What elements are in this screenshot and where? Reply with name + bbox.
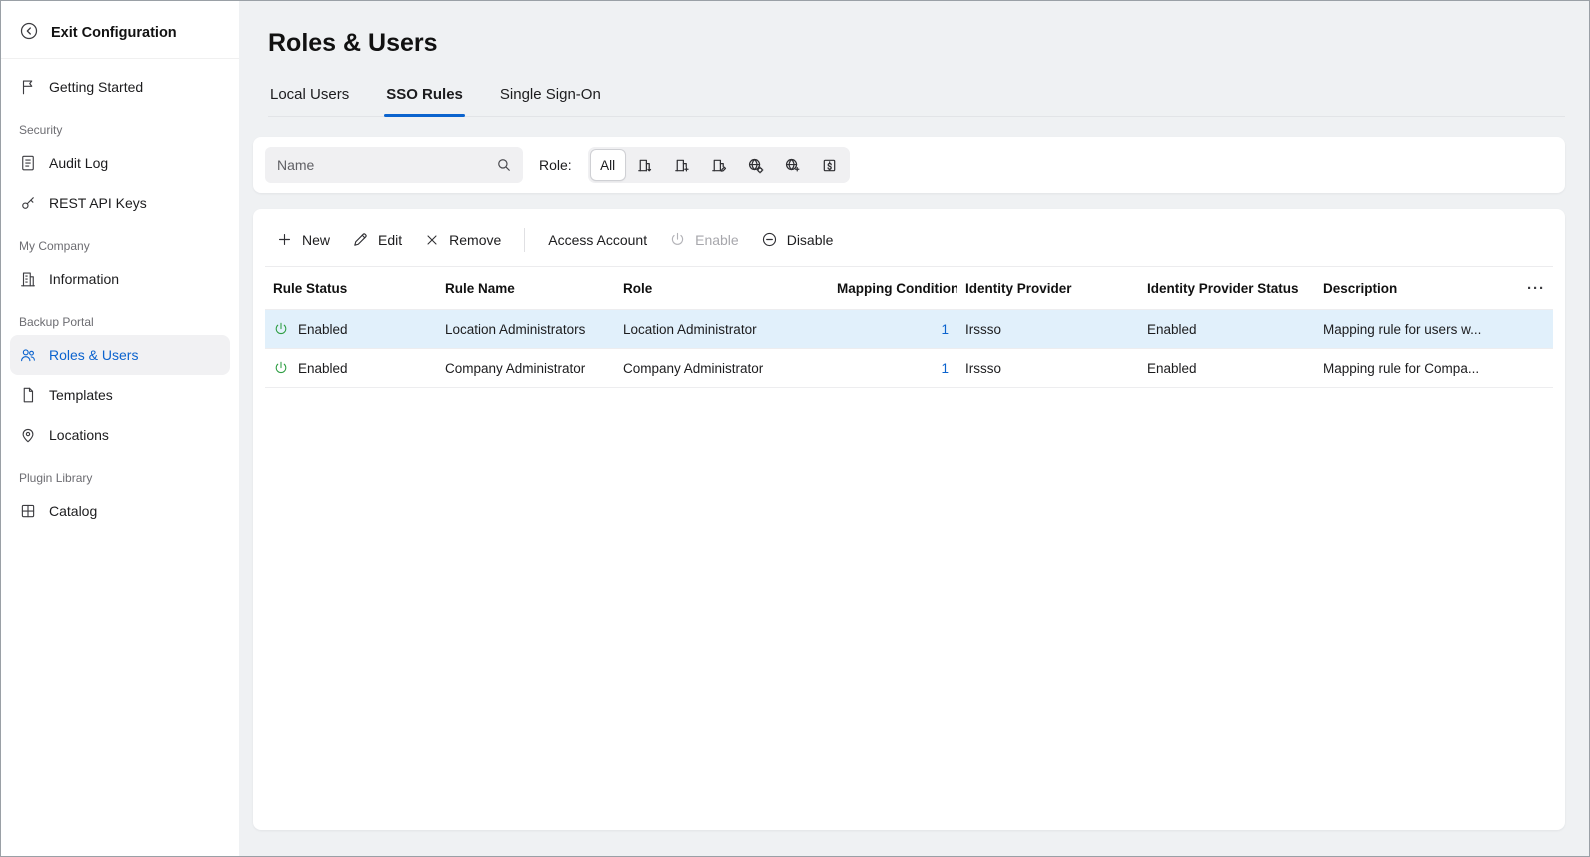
column-options-button[interactable]: ··· <box>1511 267 1553 310</box>
sidebar-section-security: Security <box>1 107 239 143</box>
role-filter-location-administrator[interactable] <box>738 150 773 180</box>
table-header-row: Rule Status Rule Name Role Mapping Condi… <box>265 267 1553 310</box>
exit-configuration-button[interactable]: Exit Configuration <box>1 7 239 59</box>
building-icon <box>19 270 37 288</box>
sidebar-item-rest-api-keys[interactable]: REST API Keys <box>1 183 239 223</box>
catalog-icon <box>19 502 37 520</box>
role-filter-company-administrator[interactable] <box>664 150 699 180</box>
power-status-icon <box>273 321 289 337</box>
mapping-conditions-link[interactable]: 1 <box>829 349 957 388</box>
name-search-box <box>265 147 523 183</box>
flag-icon <box>19 78 37 96</box>
column-identity-provider[interactable]: Identity Provider <box>957 267 1139 310</box>
sso-rules-table: Rule Status Rule Name Role Mapping Condi… <box>265 267 1553 388</box>
role-cell: Company Administrator <box>615 349 829 388</box>
identity-provider-cell: Irssso <box>957 310 1139 349</box>
exit-configuration-label: Exit Configuration <box>51 25 177 41</box>
sidebar: Exit Configuration Getting Started Secur… <box>1 1 239 856</box>
tab-local-users[interactable]: Local Users <box>268 82 351 116</box>
power-status-icon <box>273 360 289 376</box>
role-filter-label: Role: <box>539 157 572 173</box>
column-rule-status[interactable]: Rule Status <box>265 267 437 310</box>
identity-provider-status-cell: Enabled <box>1139 349 1315 388</box>
column-identity-provider-status[interactable]: Identity Provider Status <box>1139 267 1315 310</box>
power-icon <box>669 231 686 248</box>
column-description[interactable]: Description <box>1315 267 1511 310</box>
column-role[interactable]: Role <box>615 267 829 310</box>
sidebar-section-backup-portal: Backup Portal <box>1 299 239 335</box>
search-icon[interactable] <box>495 156 513 174</box>
chevron-left-circle-icon <box>19 21 39 45</box>
mapping-conditions-link[interactable]: 1 <box>829 310 957 349</box>
x-icon <box>424 232 440 248</box>
toolbar: New Edit Remove Access Account <box>265 215 1553 267</box>
location-administrator-icon <box>747 157 764 174</box>
pencil-icon <box>352 231 369 248</box>
edit-button[interactable]: Edit <box>341 223 413 256</box>
identity-provider-cell: Irssso <box>957 349 1139 388</box>
sidebar-item-roles-users[interactable]: Roles & Users <box>10 335 230 375</box>
rule-name-cell: Location Administrators <box>437 310 615 349</box>
column-mapping-conditions[interactable]: Mapping Conditions <box>829 267 957 310</box>
role-filter-company-owner[interactable] <box>627 150 662 180</box>
enable-button[interactable]: Enable <box>658 223 750 256</box>
role-filter-company-invoice-auditor[interactable] <box>701 150 736 180</box>
role-filter-location-user[interactable] <box>775 150 810 180</box>
tab-sso-rules[interactable]: SSO Rules <box>384 82 465 116</box>
sso-rules-panel: New Edit Remove Access Account <box>253 209 1565 830</box>
role-filter-all[interactable]: All <box>591 150 625 180</box>
key-icon <box>19 194 37 212</box>
tab-single-sign-on[interactable]: Single Sign-On <box>498 82 603 116</box>
location-pin-icon <box>19 426 37 444</box>
access-account-button[interactable]: Access Account <box>537 224 658 256</box>
location-user-icon <box>784 157 801 174</box>
subscriber-icon <box>821 157 838 174</box>
company-administrator-icon <box>673 157 690 174</box>
rule-status-cell: Enabled <box>273 360 429 376</box>
audit-log-icon <box>19 154 37 172</box>
main-content: Roles & Users Local Users SSO Rules Sing… <box>239 1 1589 856</box>
plus-icon <box>276 231 293 248</box>
sidebar-item-audit-log[interactable]: Audit Log <box>1 143 239 183</box>
sidebar-item-information[interactable]: Information <box>1 259 239 299</box>
company-invoice-auditor-icon <box>710 157 727 174</box>
sidebar-item-getting-started[interactable]: Getting Started <box>1 67 239 107</box>
identity-provider-status-cell: Enabled <box>1139 310 1315 349</box>
rule-status-cell: Enabled <box>273 321 429 337</box>
rule-name-cell: Company Administrator <box>437 349 615 388</box>
app-window: Exit Configuration Getting Started Secur… <box>0 0 1590 857</box>
description-cell: Mapping rule for Compa... <box>1315 349 1511 388</box>
toolbar-divider <box>524 228 525 252</box>
page-title: Roles & Users <box>268 29 1565 58</box>
column-rule-name[interactable]: Rule Name <box>437 267 615 310</box>
tab-bar: Local Users SSO Rules Single Sign-On <box>268 82 1565 117</box>
table-row[interactable]: Enabled Company Administrator Company Ad… <box>265 349 1553 388</box>
sidebar-item-templates[interactable]: Templates <box>1 375 239 415</box>
minus-circle-icon <box>761 231 778 248</box>
search-input[interactable] <box>277 157 495 173</box>
sidebar-section-my-company: My Company <box>1 223 239 259</box>
disable-button[interactable]: Disable <box>750 223 845 256</box>
users-icon <box>19 346 37 364</box>
company-owner-icon <box>636 157 653 174</box>
table-row[interactable]: Enabled Location Administrators Location… <box>265 310 1553 349</box>
role-cell: Location Administrator <box>615 310 829 349</box>
filter-bar: Role: All <box>253 137 1565 193</box>
template-icon <box>19 386 37 404</box>
sidebar-section-plugin-library: Plugin Library <box>1 455 239 491</box>
new-button[interactable]: New <box>265 223 341 256</box>
sidebar-item-catalog[interactable]: Catalog <box>1 491 239 531</box>
role-filter-subscriber[interactable] <box>812 150 847 180</box>
sidebar-item-locations[interactable]: Locations <box>1 415 239 455</box>
role-filter-segmented-control: All <box>588 147 850 183</box>
remove-button[interactable]: Remove <box>413 224 512 256</box>
description-cell: Mapping rule for users w... <box>1315 310 1511 349</box>
